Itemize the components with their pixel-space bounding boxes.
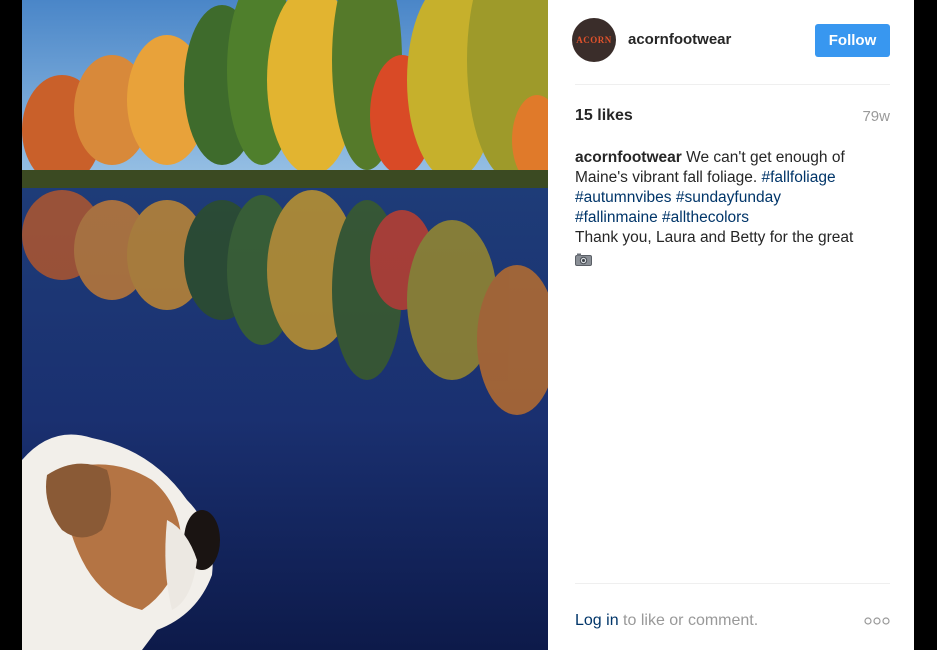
follow-button[interactable]: Follow: [815, 24, 890, 57]
post-photo: [22, 0, 548, 650]
header-divider: [575, 84, 890, 85]
hashtag-link[interactable]: #fallfoliage: [761, 169, 835, 186]
post-detail-panel: ACORN acornfootwear Follow 15 likes 79w …: [548, 0, 914, 650]
camera-icon: [575, 252, 592, 266]
hashtag-link[interactable]: #sundayfunday: [676, 189, 781, 206]
hashtag-link[interactable]: #allthecolors: [662, 209, 749, 226]
caption-username[interactable]: acornfootwear: [575, 149, 682, 166]
avatar[interactable]: ACORN: [572, 18, 616, 62]
post-header: ACORN acornfootwear Follow: [548, 0, 914, 84]
post-age[interactable]: 79w: [862, 108, 890, 125]
caption-text-continued: Thank you, Laura and Betty for the great: [575, 229, 854, 246]
login-link[interactable]: Log in: [575, 612, 619, 629]
login-prompt: Log in to like or comment.: [575, 612, 758, 630]
more-options-icon[interactable]: [864, 614, 890, 626]
hashtag-link[interactable]: #autumnvibes: [575, 189, 672, 206]
likes-count[interactable]: 15 likes: [575, 107, 633, 125]
hashtag-link[interactable]: #fallinmaine: [575, 209, 658, 226]
login-prompt-text: to like or comment.: [618, 612, 759, 629]
avatar-logo-text: ACORN: [576, 35, 612, 45]
username-link[interactable]: acornfootwear: [628, 31, 731, 48]
footer-divider: [575, 583, 890, 584]
post-caption: acornfootwear We can't get enough of Mai…: [575, 148, 895, 272]
